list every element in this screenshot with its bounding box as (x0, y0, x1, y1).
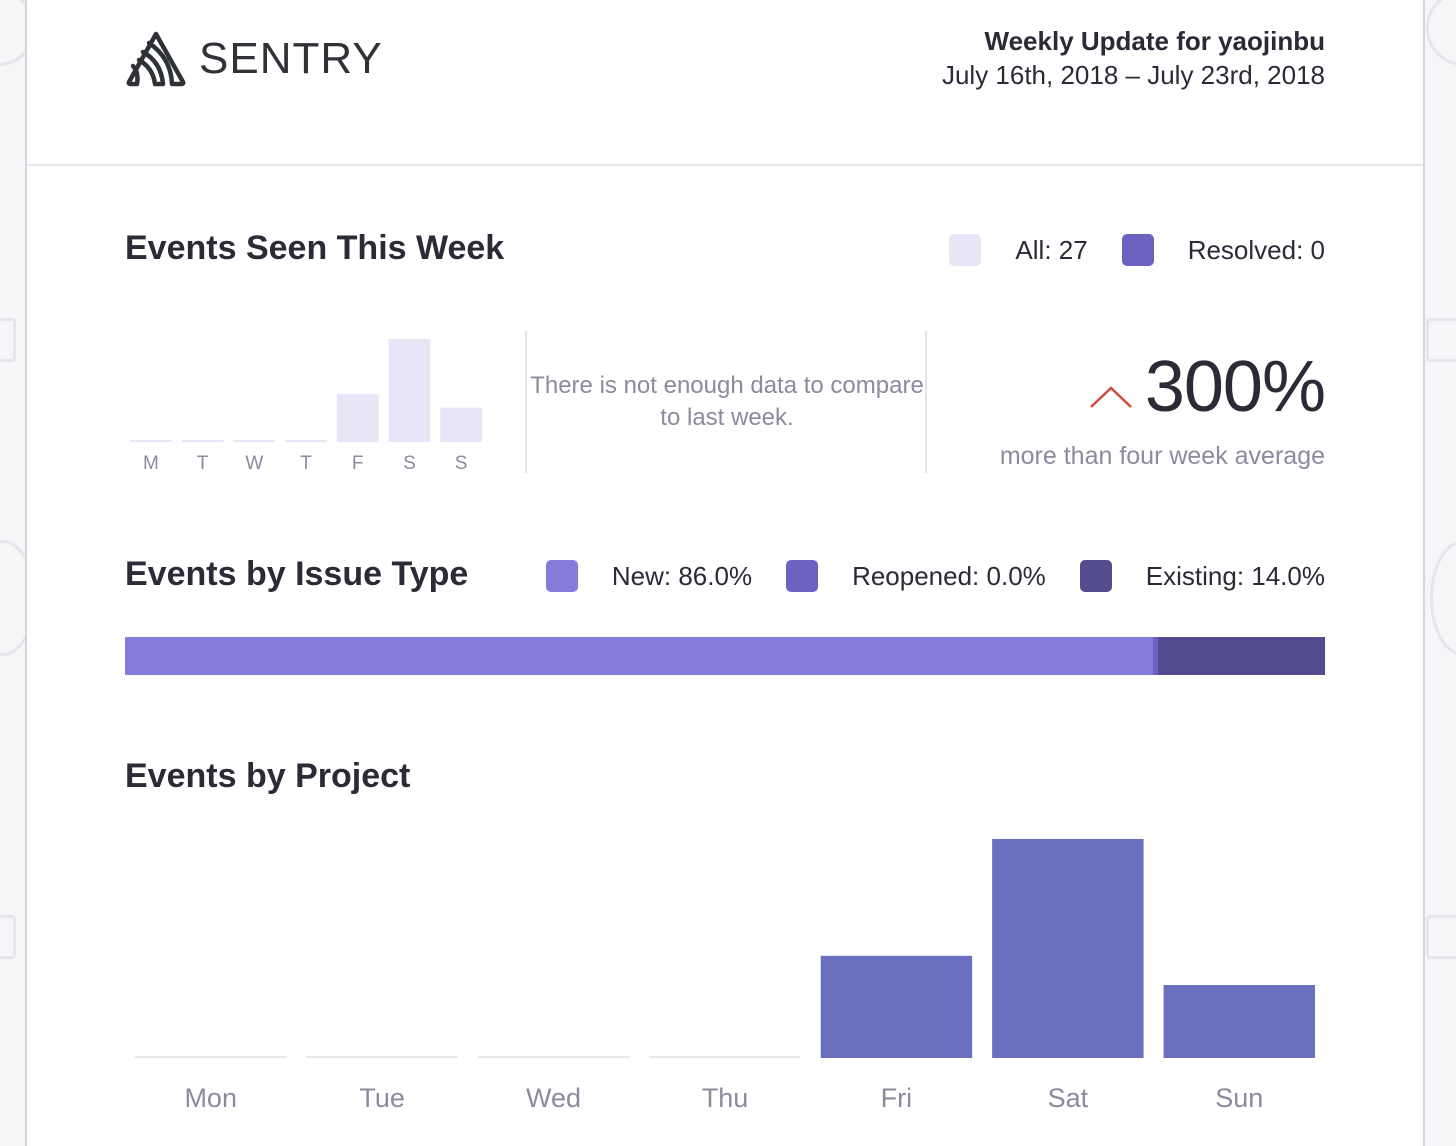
header-divider (27, 164, 1423, 166)
brand-name: SENTRY (199, 34, 383, 83)
axis-label-3: Thu (702, 1083, 749, 1113)
legend-swatch-resolved (1121, 234, 1154, 266)
axis-label-5: Sat (1048, 1083, 1089, 1113)
axis-label-4: Fri (881, 1083, 912, 1113)
bar-w-2 (233, 440, 276, 442)
axis-label-2: W (245, 453, 263, 474)
sentry-logo: SENTRY (125, 30, 383, 88)
report-header: Weekly Update for yaojinbu July 16th, 20… (942, 24, 1325, 92)
issue-segment-existing (1157, 637, 1325, 675)
change-indicator: 300% (1089, 345, 1326, 429)
issue-segment-new (125, 637, 1153, 675)
bar-m-0 (130, 440, 172, 442)
no-data-message: There is not enough data to compare to l… (530, 372, 924, 431)
axis-label-6: S (455, 453, 468, 474)
bar-mon-0 (135, 1056, 287, 1058)
bar-wed-2 (477, 1056, 630, 1058)
bar-f-4 (336, 393, 379, 442)
issue-type-title: Events by Issue Type (125, 555, 469, 593)
background-doodle (1426, 318, 1456, 362)
legend-swatch-existing (1079, 560, 1112, 592)
bar-s-5 (388, 339, 431, 442)
background-doodle (1430, 540, 1456, 656)
bar-t-3 (285, 440, 327, 442)
events-seen-mini-chart: MTWTFSS (130, 339, 482, 474)
bar-t-1 (181, 440, 224, 442)
bar-thu-3 (649, 1056, 801, 1058)
axis-label-2: Wed (526, 1083, 581, 1113)
legend-label-all: All: 27 (1015, 234, 1088, 265)
axis-label-5: S (403, 453, 416, 474)
legend-label-existing: Existing: 14.0% (1145, 560, 1325, 591)
report-title: Weekly Update for yaojinbu (984, 26, 1325, 56)
legend-label-reopened: Reopened: 0.0% (852, 560, 1046, 591)
background-doodle (0, 318, 16, 362)
legend-swatch-reopened (786, 560, 819, 592)
bar-tue-1 (306, 1056, 458, 1058)
bar-s-6 (440, 407, 482, 442)
divider (925, 331, 927, 473)
axis-label-0: M (143, 453, 159, 474)
bar-sat-5 (992, 839, 1144, 1058)
background-doodle (1426, 0, 1456, 66)
events-by-project-chart: Mon Tue Wed Thu Fri Sat Sun (135, 839, 1315, 1113)
change-percent: 300% (1144, 347, 1326, 427)
report-date-range: July 16th, 2018 – July 23rd, 2018 (941, 60, 1325, 90)
axis-label-0: Mon (184, 1083, 237, 1113)
axis-label-1: T (197, 453, 209, 474)
bar-sun-6 (1163, 985, 1315, 1058)
events-seen-legend: All: 27 Resolved: 0 (949, 234, 1325, 266)
bar-fri-4 (820, 955, 973, 1058)
background-doodle (0, 915, 16, 959)
legend-swatch-all (949, 234, 982, 266)
change-caption: more than four week average (999, 442, 1325, 470)
sentry-logo-icon (126, 31, 186, 87)
issue-type-legend: New: 86.0% Reopened: 0.0% Existing: 14.0… (545, 560, 1325, 592)
background-doodle (1426, 915, 1456, 959)
axis-label-6: Sun (1215, 1083, 1263, 1113)
axis-label-4: F (352, 453, 364, 474)
project-title: Events by Project (125, 757, 411, 795)
axis-label-3: T (300, 453, 312, 474)
legend-swatch-new (545, 560, 578, 592)
legend-label-resolved: Resolved: 0 (1187, 234, 1325, 265)
chevron-up-icon (1089, 386, 1132, 408)
events-seen-title: Events Seen This Week (125, 229, 505, 267)
axis-label-1: Tue (359, 1083, 405, 1113)
issue-type-stacked-bar (125, 637, 1325, 675)
legend-label-new: New: 86.0% (611, 560, 753, 591)
